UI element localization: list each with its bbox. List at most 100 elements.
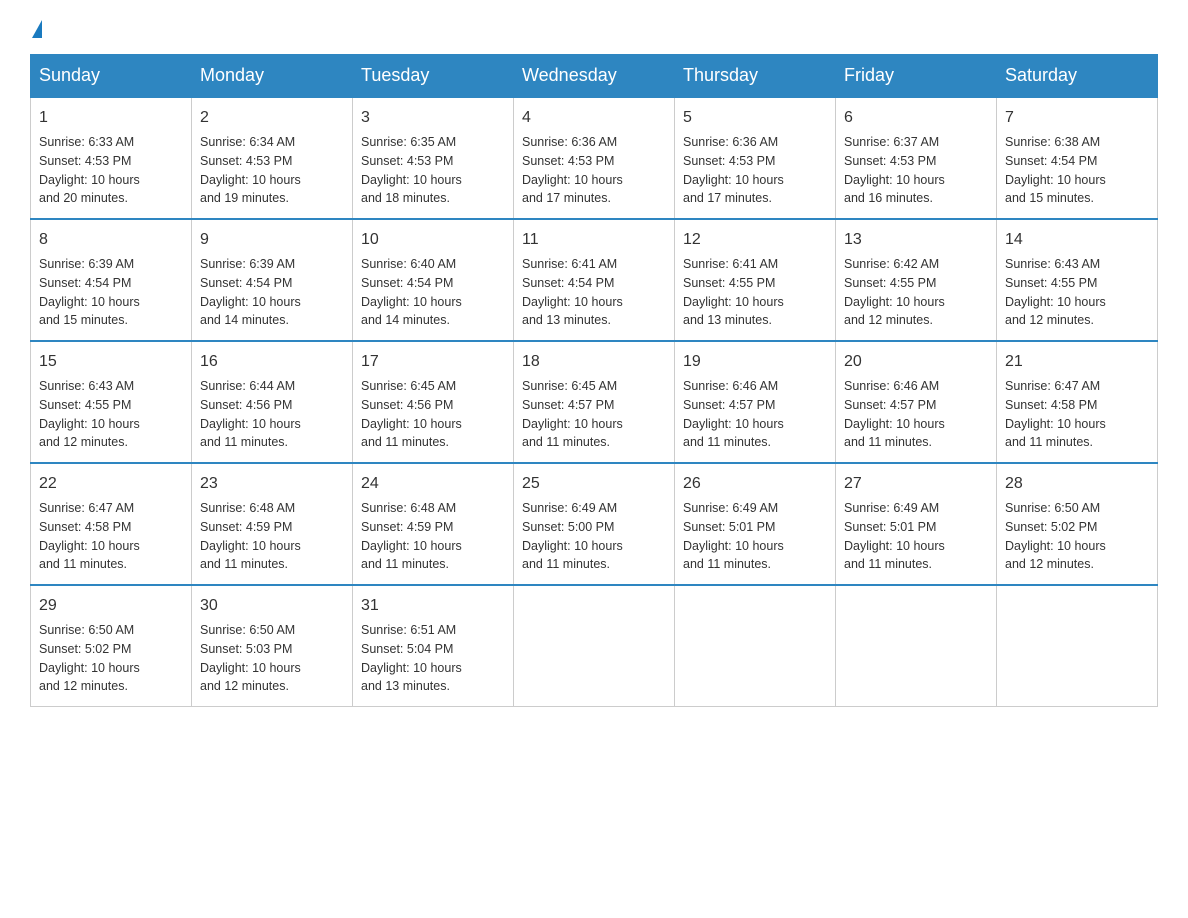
sunrise-label: Sunrise: 6:48 AM (361, 501, 456, 515)
sunset-label: Sunset: 4:55 PM (1005, 276, 1097, 290)
weekday-header-friday: Friday (836, 55, 997, 98)
sunrise-label: Sunrise: 6:50 AM (39, 623, 134, 637)
calendar-cell: 10 Sunrise: 6:40 AM Sunset: 4:54 PM Dayl… (353, 219, 514, 341)
logo-triangle-icon (32, 20, 42, 38)
calendar-cell (997, 585, 1158, 707)
daylight-label: Daylight: 10 hours (1005, 417, 1106, 431)
calendar-cell (675, 585, 836, 707)
calendar-cell: 6 Sunrise: 6:37 AM Sunset: 4:53 PM Dayli… (836, 97, 997, 219)
weekday-header-thursday: Thursday (675, 55, 836, 98)
calendar-cell: 13 Sunrise: 6:42 AM Sunset: 4:55 PM Dayl… (836, 219, 997, 341)
sunset-label: Sunset: 4:57 PM (844, 398, 936, 412)
daylight-label: Daylight: 10 hours (39, 173, 140, 187)
calendar-cell: 5 Sunrise: 6:36 AM Sunset: 4:53 PM Dayli… (675, 97, 836, 219)
daylight-label: Daylight: 10 hours (844, 295, 945, 309)
day-number: 23 (200, 472, 344, 496)
sunrise-label: Sunrise: 6:39 AM (200, 257, 295, 271)
daylight-minutes: and 13 minutes. (361, 679, 450, 693)
daylight-label: Daylight: 10 hours (200, 295, 301, 309)
sunset-label: Sunset: 4:56 PM (200, 398, 292, 412)
sunset-label: Sunset: 5:00 PM (522, 520, 614, 534)
daylight-minutes: and 12 minutes. (39, 679, 128, 693)
daylight-label: Daylight: 10 hours (200, 539, 301, 553)
daylight-minutes: and 18 minutes. (361, 191, 450, 205)
daylight-label: Daylight: 10 hours (522, 417, 623, 431)
daylight-minutes: and 13 minutes. (683, 313, 772, 327)
day-number: 15 (39, 350, 183, 374)
sunset-label: Sunset: 4:53 PM (683, 154, 775, 168)
daylight-minutes: and 17 minutes. (522, 191, 611, 205)
sunset-label: Sunset: 4:59 PM (200, 520, 292, 534)
day-number: 18 (522, 350, 666, 374)
sunset-label: Sunset: 4:53 PM (361, 154, 453, 168)
daylight-label: Daylight: 10 hours (1005, 539, 1106, 553)
calendar-week-row: 29 Sunrise: 6:50 AM Sunset: 5:02 PM Dayl… (31, 585, 1158, 707)
daylight-minutes: and 11 minutes. (522, 557, 610, 571)
weekday-header-saturday: Saturday (997, 55, 1158, 98)
daylight-label: Daylight: 10 hours (844, 417, 945, 431)
calendar-cell: 14 Sunrise: 6:43 AM Sunset: 4:55 PM Dayl… (997, 219, 1158, 341)
daylight-minutes: and 12 minutes. (39, 435, 128, 449)
calendar-cell: 16 Sunrise: 6:44 AM Sunset: 4:56 PM Dayl… (192, 341, 353, 463)
daylight-minutes: and 11 minutes. (844, 435, 932, 449)
calendar-cell: 8 Sunrise: 6:39 AM Sunset: 4:54 PM Dayli… (31, 219, 192, 341)
sunset-label: Sunset: 4:54 PM (1005, 154, 1097, 168)
sunset-label: Sunset: 5:01 PM (844, 520, 936, 534)
sunrise-label: Sunrise: 6:49 AM (522, 501, 617, 515)
calendar-table: SundayMondayTuesdayWednesdayThursdayFrid… (30, 54, 1158, 707)
calendar-cell: 11 Sunrise: 6:41 AM Sunset: 4:54 PM Dayl… (514, 219, 675, 341)
daylight-minutes: and 11 minutes. (39, 557, 127, 571)
daylight-label: Daylight: 10 hours (522, 295, 623, 309)
daylight-minutes: and 11 minutes. (683, 435, 771, 449)
day-number: 11 (522, 228, 666, 252)
calendar-week-row: 22 Sunrise: 6:47 AM Sunset: 4:58 PM Dayl… (31, 463, 1158, 585)
daylight-minutes: and 20 minutes. (39, 191, 128, 205)
sunset-label: Sunset: 5:02 PM (39, 642, 131, 656)
daylight-minutes: and 12 minutes. (200, 679, 289, 693)
daylight-minutes: and 11 minutes. (200, 557, 288, 571)
day-number: 4 (522, 106, 666, 130)
sunset-label: Sunset: 4:53 PM (844, 154, 936, 168)
weekday-header-tuesday: Tuesday (353, 55, 514, 98)
sunrise-label: Sunrise: 6:43 AM (39, 379, 134, 393)
calendar-cell: 25 Sunrise: 6:49 AM Sunset: 5:00 PM Dayl… (514, 463, 675, 585)
daylight-minutes: and 19 minutes. (200, 191, 289, 205)
day-number: 24 (361, 472, 505, 496)
sunset-label: Sunset: 5:02 PM (1005, 520, 1097, 534)
day-number: 12 (683, 228, 827, 252)
sunset-label: Sunset: 4:53 PM (39, 154, 131, 168)
sunset-label: Sunset: 4:56 PM (361, 398, 453, 412)
sunrise-label: Sunrise: 6:39 AM (39, 257, 134, 271)
sunset-label: Sunset: 4:54 PM (39, 276, 131, 290)
day-number: 7 (1005, 106, 1149, 130)
day-number: 8 (39, 228, 183, 252)
sunrise-label: Sunrise: 6:46 AM (683, 379, 778, 393)
daylight-minutes: and 11 minutes. (1005, 435, 1093, 449)
calendar-cell: 15 Sunrise: 6:43 AM Sunset: 4:55 PM Dayl… (31, 341, 192, 463)
daylight-minutes: and 11 minutes. (361, 557, 449, 571)
calendar-cell: 29 Sunrise: 6:50 AM Sunset: 5:02 PM Dayl… (31, 585, 192, 707)
sunset-label: Sunset: 5:04 PM (361, 642, 453, 656)
day-number: 22 (39, 472, 183, 496)
sunset-label: Sunset: 4:57 PM (683, 398, 775, 412)
daylight-minutes: and 11 minutes. (361, 435, 449, 449)
sunrise-label: Sunrise: 6:35 AM (361, 135, 456, 149)
sunset-label: Sunset: 4:55 PM (39, 398, 131, 412)
sunrise-label: Sunrise: 6:36 AM (683, 135, 778, 149)
day-number: 16 (200, 350, 344, 374)
sunset-label: Sunset: 4:59 PM (361, 520, 453, 534)
day-number: 27 (844, 472, 988, 496)
sunset-label: Sunset: 4:54 PM (200, 276, 292, 290)
sunrise-label: Sunrise: 6:50 AM (1005, 501, 1100, 515)
calendar-cell: 21 Sunrise: 6:47 AM Sunset: 4:58 PM Dayl… (997, 341, 1158, 463)
sunrise-label: Sunrise: 6:49 AM (844, 501, 939, 515)
day-number: 2 (200, 106, 344, 130)
calendar-cell: 27 Sunrise: 6:49 AM Sunset: 5:01 PM Dayl… (836, 463, 997, 585)
sunset-label: Sunset: 4:58 PM (39, 520, 131, 534)
day-number: 28 (1005, 472, 1149, 496)
sunrise-label: Sunrise: 6:46 AM (844, 379, 939, 393)
calendar-cell: 17 Sunrise: 6:45 AM Sunset: 4:56 PM Dayl… (353, 341, 514, 463)
daylight-label: Daylight: 10 hours (361, 173, 462, 187)
daylight-minutes: and 13 minutes. (522, 313, 611, 327)
sunrise-label: Sunrise: 6:37 AM (844, 135, 939, 149)
